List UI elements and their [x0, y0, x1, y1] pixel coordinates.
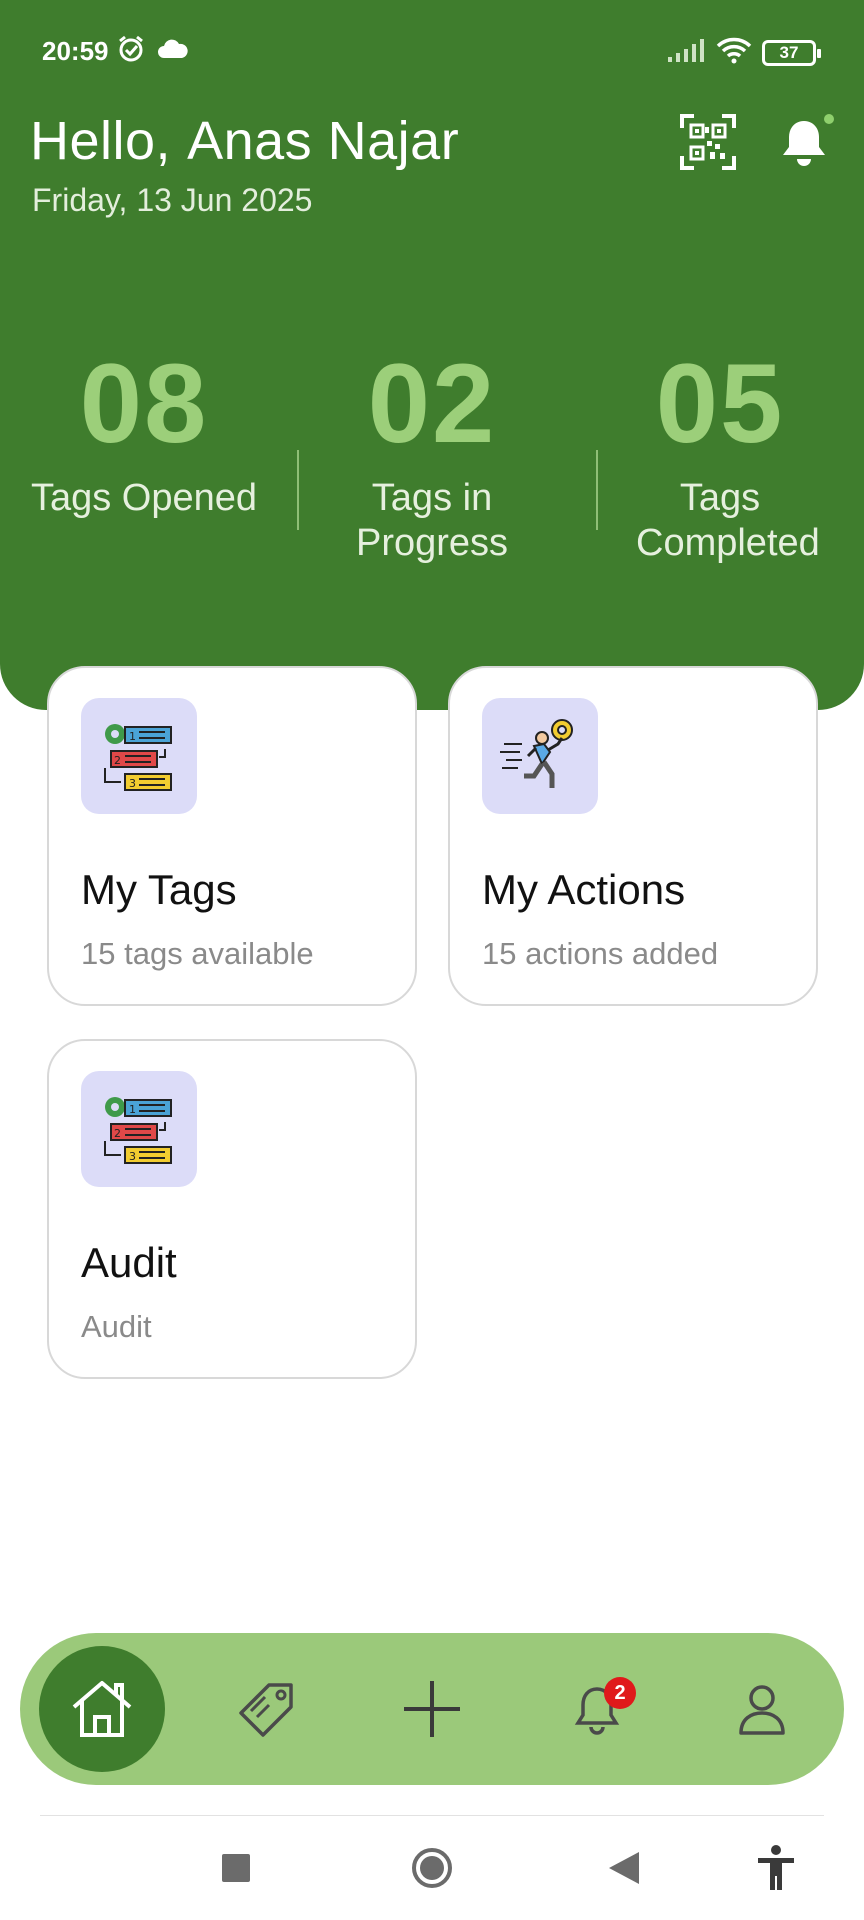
- status-time: 20:59: [42, 36, 109, 66]
- greeting-prefix: Hello,: [30, 111, 172, 171]
- current-date: Friday, 13 Jun 2025: [32, 182, 313, 218]
- card-icon-container: 1 2 3: [81, 698, 197, 814]
- stat-label: Tags in Progress: [355, 477, 509, 564]
- card-subtitle: 15 tags available: [81, 936, 314, 971]
- stat-tags-opened: 08 Tags Opened: [0, 340, 288, 521]
- accessibility-icon: [758, 1845, 794, 1890]
- bottom-nav: 2: [20, 1633, 844, 1785]
- recents-button[interactable]: [208, 1840, 264, 1896]
- plus-icon: [404, 1681, 460, 1737]
- nav-tags[interactable]: [202, 1633, 332, 1785]
- stat-label: Tags Opened: [30, 477, 258, 519]
- accessibility-button[interactable]: [748, 1840, 804, 1896]
- bell-icon: [783, 121, 825, 166]
- wifi-icon: [716, 36, 752, 69]
- notifications-button[interactable]: [774, 112, 834, 172]
- signal-icon: [666, 37, 706, 68]
- stat-value: 08: [79, 341, 209, 466]
- card-subtitle: 15 actions added: [482, 936, 719, 971]
- nav-profile[interactable]: [697, 1633, 827, 1785]
- greeting: Hello, Anas Najar: [30, 110, 459, 172]
- home-icon: [72, 1681, 132, 1737]
- card-title: My Actions: [482, 866, 686, 913]
- stat-value: 05: [655, 341, 785, 466]
- qr-code-icon: [680, 114, 736, 170]
- triangle-back-icon: [609, 1852, 639, 1884]
- home-system-button[interactable]: [404, 1840, 460, 1896]
- cloud-icon: [158, 38, 188, 65]
- circle-home-icon: [412, 1848, 452, 1888]
- card-subtitle: Audit: [81, 1309, 152, 1344]
- nav-home-active-circle: [39, 1646, 165, 1772]
- workflow-steps-icon: 1 2 3: [104, 724, 172, 791]
- audit-card[interactable]: 1 2 3 Audit Audit: [47, 1039, 417, 1379]
- svg-text:3: 3: [129, 777, 136, 790]
- card-title: My Tags: [81, 866, 237, 913]
- user-name: Anas Najar: [187, 111, 460, 171]
- status-right-icons: 37: [666, 36, 821, 69]
- tag-icon: [239, 1683, 293, 1737]
- notification-count-badge: 2: [604, 1677, 636, 1709]
- system-nav-bar: [0, 1840, 864, 1896]
- status-left-icons: [116, 34, 188, 69]
- workflow-steps-icon: 1 2 3: [104, 1097, 172, 1164]
- battery-icon: 37: [762, 39, 821, 66]
- nav-home[interactable]: [37, 1633, 167, 1785]
- stat-tags-completed: 05 Tags Completed: [576, 340, 864, 566]
- svg-text:2: 2: [114, 1127, 121, 1140]
- status-bar: 20:59 37: [0, 30, 864, 74]
- back-button[interactable]: [596, 1840, 652, 1896]
- nav-notifications[interactable]: 2: [532, 1633, 662, 1785]
- nav-add[interactable]: [367, 1633, 497, 1785]
- card-icon-container: [482, 698, 598, 814]
- card-icon-container: 1 2 3: [81, 1071, 197, 1187]
- notification-dot: [824, 114, 834, 124]
- system-nav-divider: [40, 1815, 824, 1816]
- user-icon: [739, 1685, 785, 1735]
- stat-value: 02: [367, 341, 497, 466]
- svg-text:1: 1: [129, 1103, 136, 1116]
- stat-tags-in-progress: 02 Tags in Progress: [288, 340, 576, 566]
- stats-row: 08 Tags Opened 02 Tags in Progress 05 Ta…: [0, 340, 864, 600]
- stat-label: Tags Completed: [636, 477, 820, 564]
- my-tags-card[interactable]: 1 2 3 My Tags 15 tags available: [47, 666, 417, 1006]
- qr-scan-button[interactable]: [678, 112, 738, 172]
- card-title: Audit: [81, 1239, 177, 1286]
- svg-text:2: 2: [114, 754, 121, 767]
- svg-text:1: 1: [129, 730, 136, 743]
- my-actions-card[interactable]: My Actions 15 actions added: [448, 666, 818, 1006]
- alarm-icon: [116, 34, 146, 69]
- header-panel: 20:59 37 Hello, Anas Najar Friday, 13 Ju…: [0, 0, 864, 710]
- header-actions: [678, 112, 834, 172]
- running-person-gear-icon: [500, 719, 573, 788]
- svg-text:3: 3: [129, 1150, 136, 1163]
- square-icon: [222, 1854, 250, 1882]
